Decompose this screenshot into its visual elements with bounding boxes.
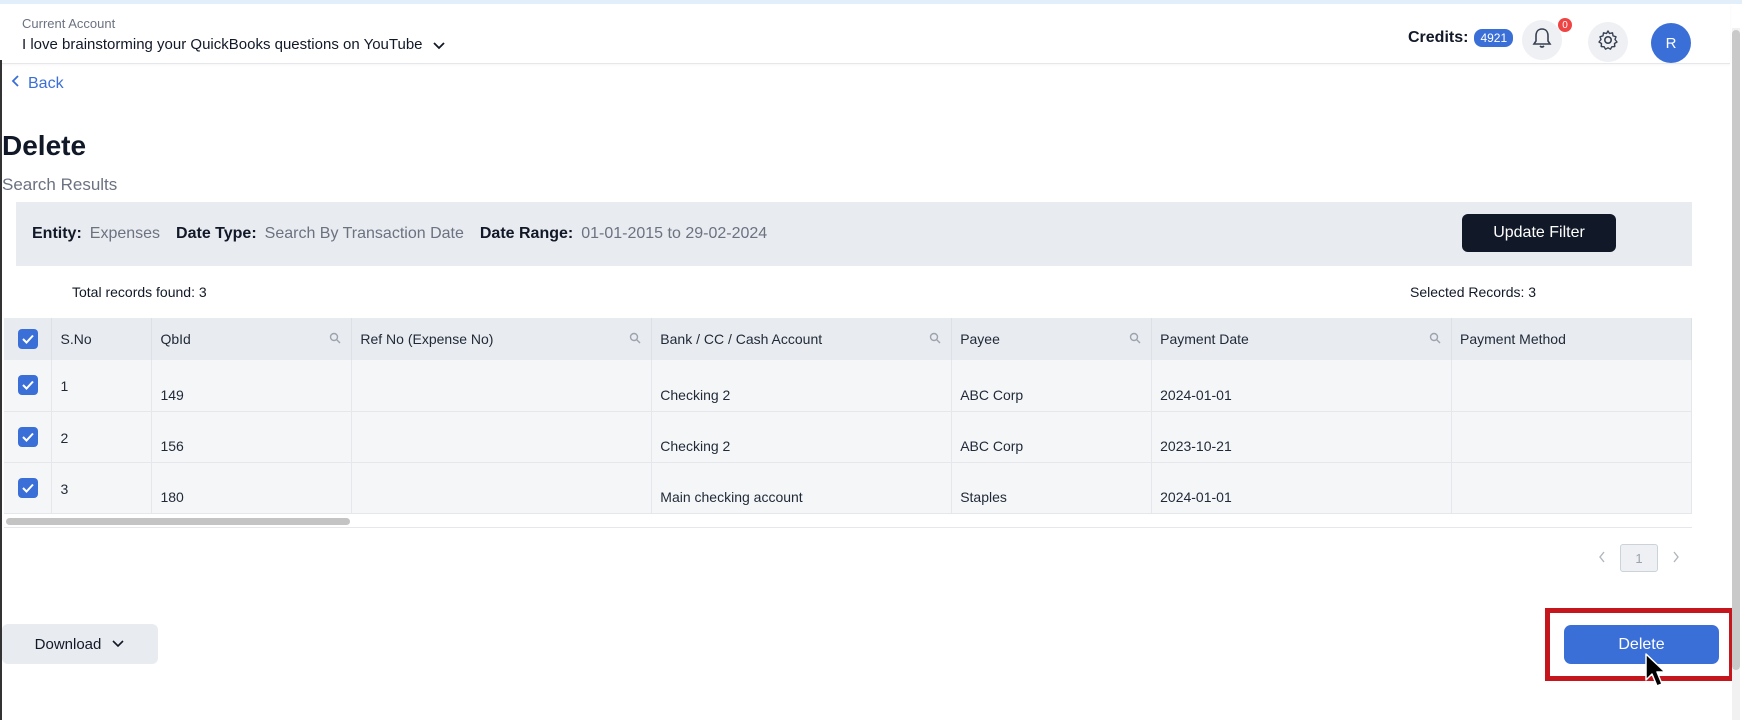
- cell-ref-no: [351, 411, 653, 462]
- credits-label: Credits:: [1408, 29, 1469, 46]
- date-type-label: Date Type:: [176, 225, 257, 242]
- table-header-row: S.No QbId Ref No (Expense No) Bank / CC …: [4, 318, 1692, 360]
- search-icon[interactable]: [1129, 332, 1141, 344]
- column-header-label: Payee: [960, 331, 1000, 347]
- cell-payee: ABC Corp: [951, 360, 1153, 411]
- cell-account: Main checking account: [651, 462, 953, 513]
- row-checkbox[interactable]: [17, 426, 38, 447]
- table-row[interactable]: 1 149 Checking 2 ABC Corp 2024-01-01: [4, 360, 1692, 411]
- cell-qbid: 149: [151, 360, 353, 411]
- cell-payment-date: 2023-10-21: [1151, 411, 1453, 462]
- download-button[interactable]: Download: [2, 624, 158, 664]
- notification-badge: 0: [1558, 18, 1572, 32]
- row-checkbox[interactable]: [17, 477, 38, 498]
- notifications-button[interactable]: [1522, 20, 1562, 60]
- cell-payment-date: 2024-01-01: [1151, 360, 1453, 411]
- download-label: Download: [34, 635, 102, 653]
- table-row[interactable]: 2 156 Checking 2 ABC Corp 2023-10-21: [4, 411, 1692, 462]
- settings-button[interactable]: [1588, 22, 1628, 62]
- cell-payee: Staples: [951, 462, 1153, 513]
- row-select-cell: [4, 411, 53, 462]
- search-icon[interactable]: [929, 332, 941, 344]
- date-range-value: 01-01-2015 to 29-02-2024: [581, 225, 768, 242]
- check-icon: [22, 483, 34, 493]
- bell-icon: [1532, 27, 1552, 54]
- cell-payment-date: 2024-01-01: [1151, 462, 1453, 513]
- total-records: Total records found: 3: [72, 284, 207, 300]
- chevron-left-icon: [10, 74, 20, 93]
- cell-qbid: 180: [151, 462, 353, 513]
- filter-bar: Entity: Expenses Date Type: Search By Tr…: [16, 202, 1692, 266]
- avatar[interactable]: R: [1651, 23, 1691, 63]
- records-table: S.No QbId Ref No (Expense No) Bank / CC …: [4, 318, 1692, 528]
- horizontal-scrollbar[interactable]: [4, 514, 1692, 528]
- search-icon[interactable]: [329, 332, 341, 344]
- cell-account: Checking 2: [651, 360, 953, 411]
- selected-records: Selected Records: 3: [1410, 284, 1537, 300]
- credits-badge: 4921: [1474, 29, 1514, 47]
- row-checkbox[interactable]: [17, 375, 38, 396]
- app-header: Current Account I love brainstorming you…: [0, 4, 1730, 64]
- page-number[interactable]: 1: [1620, 544, 1658, 572]
- column-header-label: Payment Date: [1160, 331, 1249, 347]
- account-caption: Current Account: [22, 16, 116, 31]
- vertical-scrollbar-thumb[interactable]: [1732, 30, 1740, 670]
- cell-payee: ABC Corp: [951, 411, 1153, 462]
- page-subtitle: Search Results: [2, 175, 118, 194]
- back-label: Back: [28, 74, 64, 92]
- chevron-down-icon: [111, 636, 125, 653]
- column-header-payment-method[interactable]: Payment Method: [1451, 318, 1692, 360]
- column-header-sno: S.No: [51, 318, 153, 360]
- table-row[interactable]: 3 180 Main checking account Staples 2024…: [4, 462, 1692, 513]
- column-header-payee[interactable]: Payee: [951, 318, 1153, 360]
- chevron-down-icon: [431, 37, 447, 53]
- column-header-label: QbId: [160, 331, 191, 347]
- next-page-icon[interactable]: [1672, 551, 1680, 566]
- check-icon: [22, 381, 34, 391]
- row-select-cell: [4, 360, 53, 411]
- check-icon: [22, 432, 34, 442]
- select-all-cell: [4, 318, 53, 360]
- column-header-account[interactable]: Bank / CC / Cash Account: [651, 318, 953, 360]
- date-type-value: Search By Transaction Date: [264, 225, 464, 242]
- cell-sno: 2: [51, 411, 153, 462]
- column-header-payment-date[interactable]: Payment Date: [1151, 318, 1453, 360]
- account-selector[interactable]: I love brainstorming your QuickBooks que…: [22, 36, 447, 53]
- horizontal-scrollbar-thumb[interactable]: [6, 518, 350, 525]
- back-link[interactable]: Back: [10, 74, 64, 93]
- entity-label: Entity:: [32, 225, 82, 242]
- cell-ref-no: [351, 360, 653, 411]
- delete-button[interactable]: Delete: [1564, 625, 1719, 664]
- account-name: I love brainstorming your QuickBooks que…: [22, 36, 423, 53]
- column-header-label: Bank / CC / Cash Account: [660, 331, 823, 347]
- mouse-cursor-icon: [1645, 653, 1666, 687]
- cell-payment-method: [1451, 411, 1692, 462]
- cell-sno: 3: [51, 462, 153, 513]
- cell-qbid: 156: [151, 411, 353, 462]
- cell-ref-no: [351, 462, 653, 513]
- entity-value: Expenses: [89, 225, 161, 242]
- cell-account: Checking 2: [651, 411, 953, 462]
- select-all-checkbox[interactable]: [17, 329, 38, 349]
- row-select-cell: [4, 462, 53, 513]
- credits: Credits: 4921: [1408, 29, 1514, 47]
- page-title: Delete: [2, 130, 87, 161]
- update-filter-button[interactable]: Update Filter: [1462, 214, 1616, 252]
- search-icon[interactable]: [629, 332, 641, 344]
- prev-page-icon[interactable]: [1598, 551, 1606, 566]
- column-header-label: Ref No (Expense No): [360, 331, 494, 347]
- check-icon: [22, 334, 34, 344]
- pagination: 1: [1598, 544, 1680, 572]
- search-icon[interactable]: [1429, 332, 1441, 344]
- cell-payment-method: [1451, 360, 1692, 411]
- column-header-ref-no[interactable]: Ref No (Expense No): [351, 318, 653, 360]
- date-range-label: Date Range:: [479, 225, 574, 242]
- cell-payment-method: [1451, 462, 1692, 513]
- gear-icon: [1597, 29, 1619, 56]
- column-header-qbid[interactable]: QbId: [151, 318, 353, 360]
- cell-sno: 1: [51, 360, 153, 411]
